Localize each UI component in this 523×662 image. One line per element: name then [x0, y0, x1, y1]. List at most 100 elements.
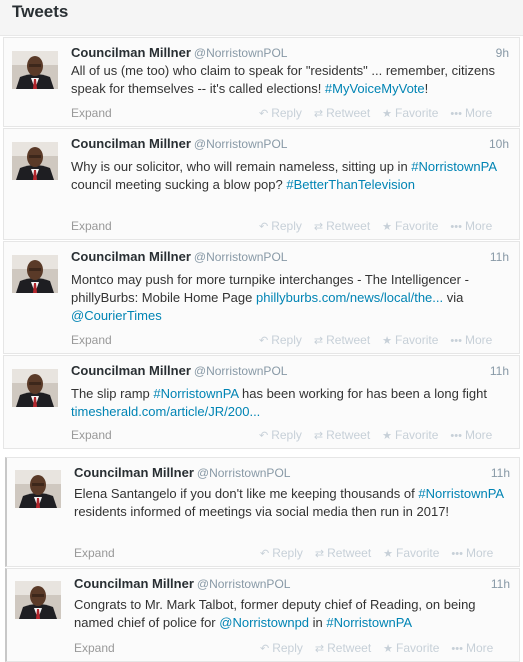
author-display-name[interactable]: Councilman Millner: [74, 576, 194, 591]
retweet-button[interactable]: ⇄ Retweet: [315, 546, 371, 560]
tweet-timestamp[interactable]: 9h: [469, 46, 509, 60]
more-button[interactable]: ••• More: [450, 428, 492, 442]
retweet-button[interactable]: ⇄ Retweet: [314, 333, 370, 347]
tweet-text-segment: has been working for has been a long fig…: [238, 386, 488, 401]
author-display-name[interactable]: Councilman Millner: [71, 363, 191, 378]
avatar[interactable]: [12, 369, 58, 407]
hashtag-link[interactable]: #NorristownPA: [326, 615, 412, 630]
url-link[interactable]: phillyburbs.com/news/local/the...: [256, 290, 443, 305]
tweet-text: Elena Santangelo if you don't like me ke…: [74, 485, 509, 521]
author-handle[interactable]: @NorristownPOL: [194, 46, 288, 60]
reply-button[interactable]: ↶ Reply: [259, 333, 302, 347]
retweet-button[interactable]: ⇄ Retweet: [315, 641, 371, 655]
tweet-text: Congrats to Mr. Mark Talbot, former depu…: [74, 596, 509, 632]
favorite-button[interactable]: ★ Favorite: [382, 106, 438, 120]
tweet-actions: ↶ Reply ⇄ Retweet ★ Favorite ••• More: [259, 106, 492, 120]
reply-label: Reply: [271, 333, 302, 347]
favorite-button[interactable]: ★ Favorite: [382, 219, 438, 233]
reply-button[interactable]: ↶ Reply: [260, 546, 303, 560]
author-handle[interactable]: @NorristownPOL: [197, 577, 291, 591]
tweet-card[interactable]: Councilman Millner @NorristownPOL 11h Montc…: [3, 241, 520, 354]
retweet-button[interactable]: ⇄ Retweet: [314, 428, 370, 442]
author-name[interactable]: Councilman Millner @NorristownPOL: [71, 249, 287, 264]
url-link[interactable]: timesherald.com/article/JR/200...: [71, 404, 260, 419]
retweet-label: Retweet: [326, 106, 371, 120]
author-display-name[interactable]: Councilman Millner: [71, 249, 191, 264]
more-label: More: [464, 219, 493, 233]
hashtag-link[interactable]: #NorristownPA: [411, 159, 496, 174]
tweet-timestamp[interactable]: 11h: [470, 466, 510, 480]
ellipsis-icon: •••: [451, 643, 463, 655]
favorite-button[interactable]: ★ Favorite: [382, 428, 438, 442]
favorite-button[interactable]: ★ Favorite: [383, 546, 439, 560]
tweet-text-segment: The slip ramp: [71, 386, 154, 401]
avatar[interactable]: [15, 470, 61, 508]
tweet-actions: ↶ Reply ⇄ Retweet ★ Favorite ••• More: [259, 428, 492, 442]
avatar[interactable]: [12, 142, 58, 180]
tweet-card[interactable]: Councilman Millner @NorristownPOL 11h Congr…: [5, 568, 520, 662]
more-label: More: [464, 428, 493, 442]
tweet-text-segment: council meeting sucking a blow pop?: [71, 177, 287, 192]
reply-button[interactable]: ↶ Reply: [260, 641, 303, 655]
favorite-button[interactable]: ★ Favorite: [382, 333, 438, 347]
expand-link[interactable]: Expand: [74, 546, 115, 560]
star-icon: ★: [382, 221, 393, 233]
more-label: More: [465, 546, 494, 560]
star-icon: ★: [383, 548, 394, 560]
tweet-timestamp[interactable]: 10h: [469, 137, 509, 151]
reply-button[interactable]: ↶ Reply: [259, 428, 302, 442]
retweet-button[interactable]: ⇄ Retweet: [314, 219, 370, 233]
more-button[interactable]: ••• More: [450, 219, 492, 233]
author-name[interactable]: Councilman Millner @NorristownPOL: [71, 136, 287, 151]
favorite-button[interactable]: ★ Favorite: [383, 641, 439, 655]
author-name[interactable]: Councilman Millner @NorristownPOL: [74, 576, 290, 591]
hashtag-link[interactable]: #NorristownPA: [153, 386, 238, 401]
avatar[interactable]: [12, 51, 58, 89]
tweet-text: Why is our solicitor, who will remain na…: [71, 158, 508, 194]
more-button[interactable]: ••• More: [451, 641, 493, 655]
tweet-card[interactable]: Councilman Millner @NorristownPOL 10h Why i…: [3, 128, 520, 240]
author-handle[interactable]: @NorristownPOL: [197, 466, 291, 480]
tweet-card[interactable]: Councilman Millner @NorristownPOL 11h The s…: [3, 355, 520, 449]
reply-button[interactable]: ↶ Reply: [259, 219, 302, 233]
mention-link[interactable]: @Norristownpd: [219, 615, 309, 630]
expand-link[interactable]: Expand: [71, 219, 112, 233]
author-handle[interactable]: @NorristownPOL: [194, 250, 288, 264]
hashtag-link[interactable]: #MyVoiceMyVote: [325, 81, 425, 96]
more-button[interactable]: ••• More: [450, 333, 492, 347]
more-label: More: [464, 106, 493, 120]
author-name[interactable]: Councilman Millner @NorristownPOL: [71, 363, 287, 378]
hashtag-link[interactable]: #BetterThanTelevision: [286, 177, 415, 192]
expand-link[interactable]: Expand: [71, 333, 112, 347]
author-display-name[interactable]: Councilman Millner: [71, 136, 191, 151]
star-icon: ★: [383, 643, 394, 655]
author-display-name[interactable]: Councilman Millner: [71, 45, 191, 60]
avatar[interactable]: [12, 255, 58, 293]
tweet-timestamp[interactable]: 11h: [470, 577, 510, 591]
reply-icon: ↶: [260, 548, 270, 560]
more-button[interactable]: ••• More: [451, 546, 493, 560]
author-handle[interactable]: @NorristownPOL: [194, 364, 288, 378]
tweet-card[interactable]: Councilman Millner @NorristownPOL 11h Elena…: [5, 457, 520, 567]
retweet-button[interactable]: ⇄ Retweet: [314, 106, 370, 120]
retweet-label: Retweet: [326, 219, 371, 233]
reply-button[interactable]: ↶ Reply: [259, 106, 302, 120]
retweet-icon: ⇄: [313, 221, 324, 233]
author-name[interactable]: Councilman Millner @NorristownPOL: [71, 45, 287, 60]
mention-link[interactable]: @CourierTimes: [71, 308, 162, 323]
tweet-timestamp[interactable]: 11h: [469, 364, 509, 378]
avatar[interactable]: [15, 581, 61, 619]
author-handle[interactable]: @NorristownPOL: [194, 137, 288, 151]
retweet-label: Retweet: [327, 546, 372, 560]
more-button[interactable]: ••• More: [450, 106, 492, 120]
more-label: More: [465, 641, 494, 655]
tweet-text-segment: in: [309, 615, 327, 630]
author-display-name[interactable]: Councilman Millner: [74, 465, 194, 480]
author-name[interactable]: Councilman Millner @NorristownPOL: [74, 465, 290, 480]
expand-link[interactable]: Expand: [71, 106, 112, 120]
hashtag-link[interactable]: #NorristownPA: [418, 486, 503, 501]
expand-link[interactable]: Expand: [71, 428, 112, 442]
tweet-card[interactable]: Councilman Millner @NorristownPOL 9h All of…: [3, 37, 520, 127]
expand-link[interactable]: Expand: [74, 641, 115, 655]
tweet-timestamp[interactable]: 11h: [469, 250, 509, 264]
